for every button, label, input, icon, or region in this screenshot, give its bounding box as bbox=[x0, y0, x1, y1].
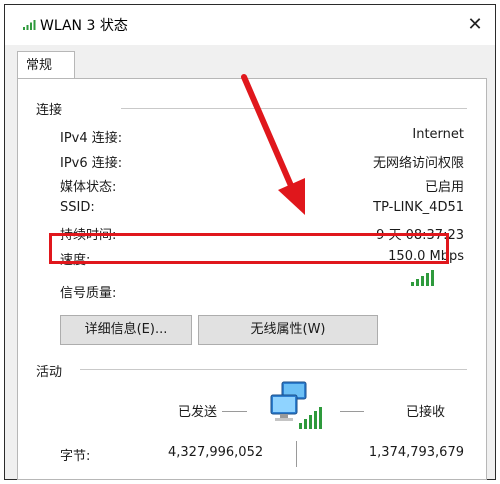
ipv4-label: IPv4 连接: bbox=[60, 131, 123, 146]
signal-quality-label: 信号质量: bbox=[60, 286, 117, 301]
sent-line bbox=[222, 411, 247, 412]
ipv6-label: IPv6 连接: bbox=[60, 156, 123, 171]
bytes-separator bbox=[296, 441, 297, 467]
media-state-value: 已启用 bbox=[424, 180, 464, 195]
ssid-label: SSID: bbox=[60, 200, 95, 215]
details-button[interactable]: 详细信息(E)... bbox=[60, 315, 192, 345]
received-line bbox=[340, 411, 364, 412]
ssid-value: TP-LINK_4D51 bbox=[373, 200, 464, 215]
sent-label: 已发送 bbox=[178, 405, 218, 420]
network-computers-icon bbox=[270, 381, 322, 429]
window-title: WLAN 3 状态 bbox=[40, 18, 128, 34]
media-state-label: 媒体状态: bbox=[60, 180, 117, 195]
sent-bytes-value: 4,327,996,052 bbox=[168, 445, 264, 460]
activity-heading: 活动 bbox=[36, 365, 63, 380]
received-bytes-value: 1,374,793,679 bbox=[368, 445, 464, 460]
ipv4-value: Internet bbox=[412, 127, 464, 142]
bytes-label: 字节: bbox=[60, 449, 91, 464]
wireless-properties-button[interactable]: 无线属性(W) bbox=[198, 315, 378, 345]
speed-highlight-box bbox=[49, 233, 449, 264]
general-panel: 连接 IPv4 连接: Internet IPv6 连接: 无网络访问权限 媒体… bbox=[17, 78, 487, 480]
tab-general[interactable]: 常规 bbox=[17, 51, 75, 79]
connection-divider bbox=[121, 108, 467, 109]
wifi-signal-icon bbox=[23, 20, 36, 30]
ipv6-value: 无网络访问权限 bbox=[372, 156, 464, 171]
activity-divider bbox=[80, 369, 467, 370]
title-bar[interactable]: WLAN 3 状态 ✕ bbox=[5, 5, 495, 45]
connection-heading: 连接 bbox=[36, 103, 63, 118]
signal-bars-icon bbox=[411, 270, 434, 286]
close-button[interactable]: ✕ bbox=[463, 13, 487, 37]
received-label: 已接收 bbox=[406, 405, 446, 420]
